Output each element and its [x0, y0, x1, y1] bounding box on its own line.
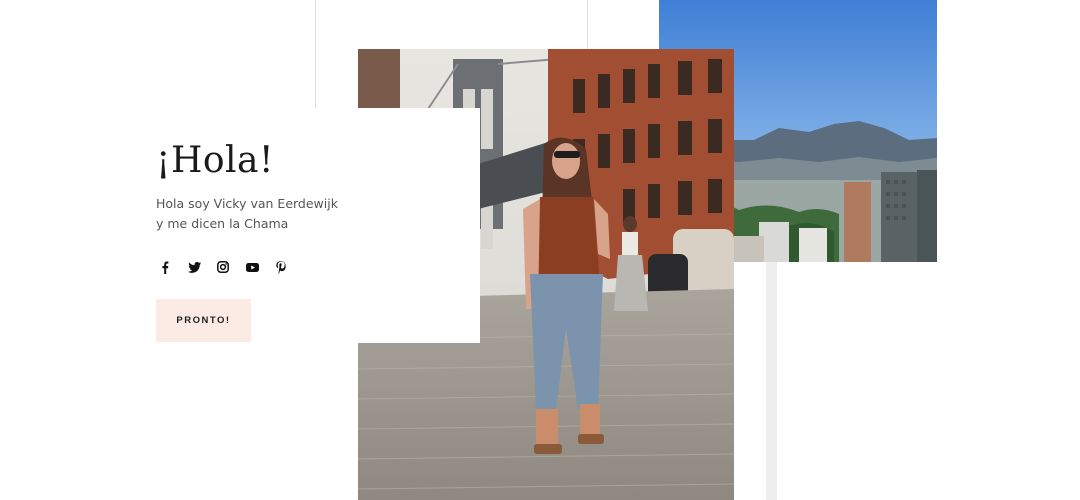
- social-links: [156, 258, 290, 276]
- pronto-button[interactable]: PRONTO!: [156, 299, 251, 342]
- pinterest-icon[interactable]: [272, 258, 290, 276]
- decorative-grey-bar: [766, 262, 777, 500]
- decorative-line-left: [315, 0, 316, 108]
- overlay-card: [315, 108, 480, 343]
- decorative-line-right: [587, 0, 588, 50]
- hero-subtitle-line2: y me dicen la Chama: [156, 216, 289, 231]
- youtube-icon[interactable]: [243, 258, 261, 276]
- hero-subtitle-line1: Hola soy Vicky van Eerdewijk: [156, 196, 338, 211]
- hero-title: ¡Hola!: [156, 140, 274, 181]
- twitter-icon[interactable]: [185, 258, 203, 276]
- instagram-icon[interactable]: [214, 258, 232, 276]
- hero-subtitle: Hola soy Vicky van Eerdewijk y me dicen …: [156, 194, 338, 234]
- facebook-icon[interactable]: [156, 258, 174, 276]
